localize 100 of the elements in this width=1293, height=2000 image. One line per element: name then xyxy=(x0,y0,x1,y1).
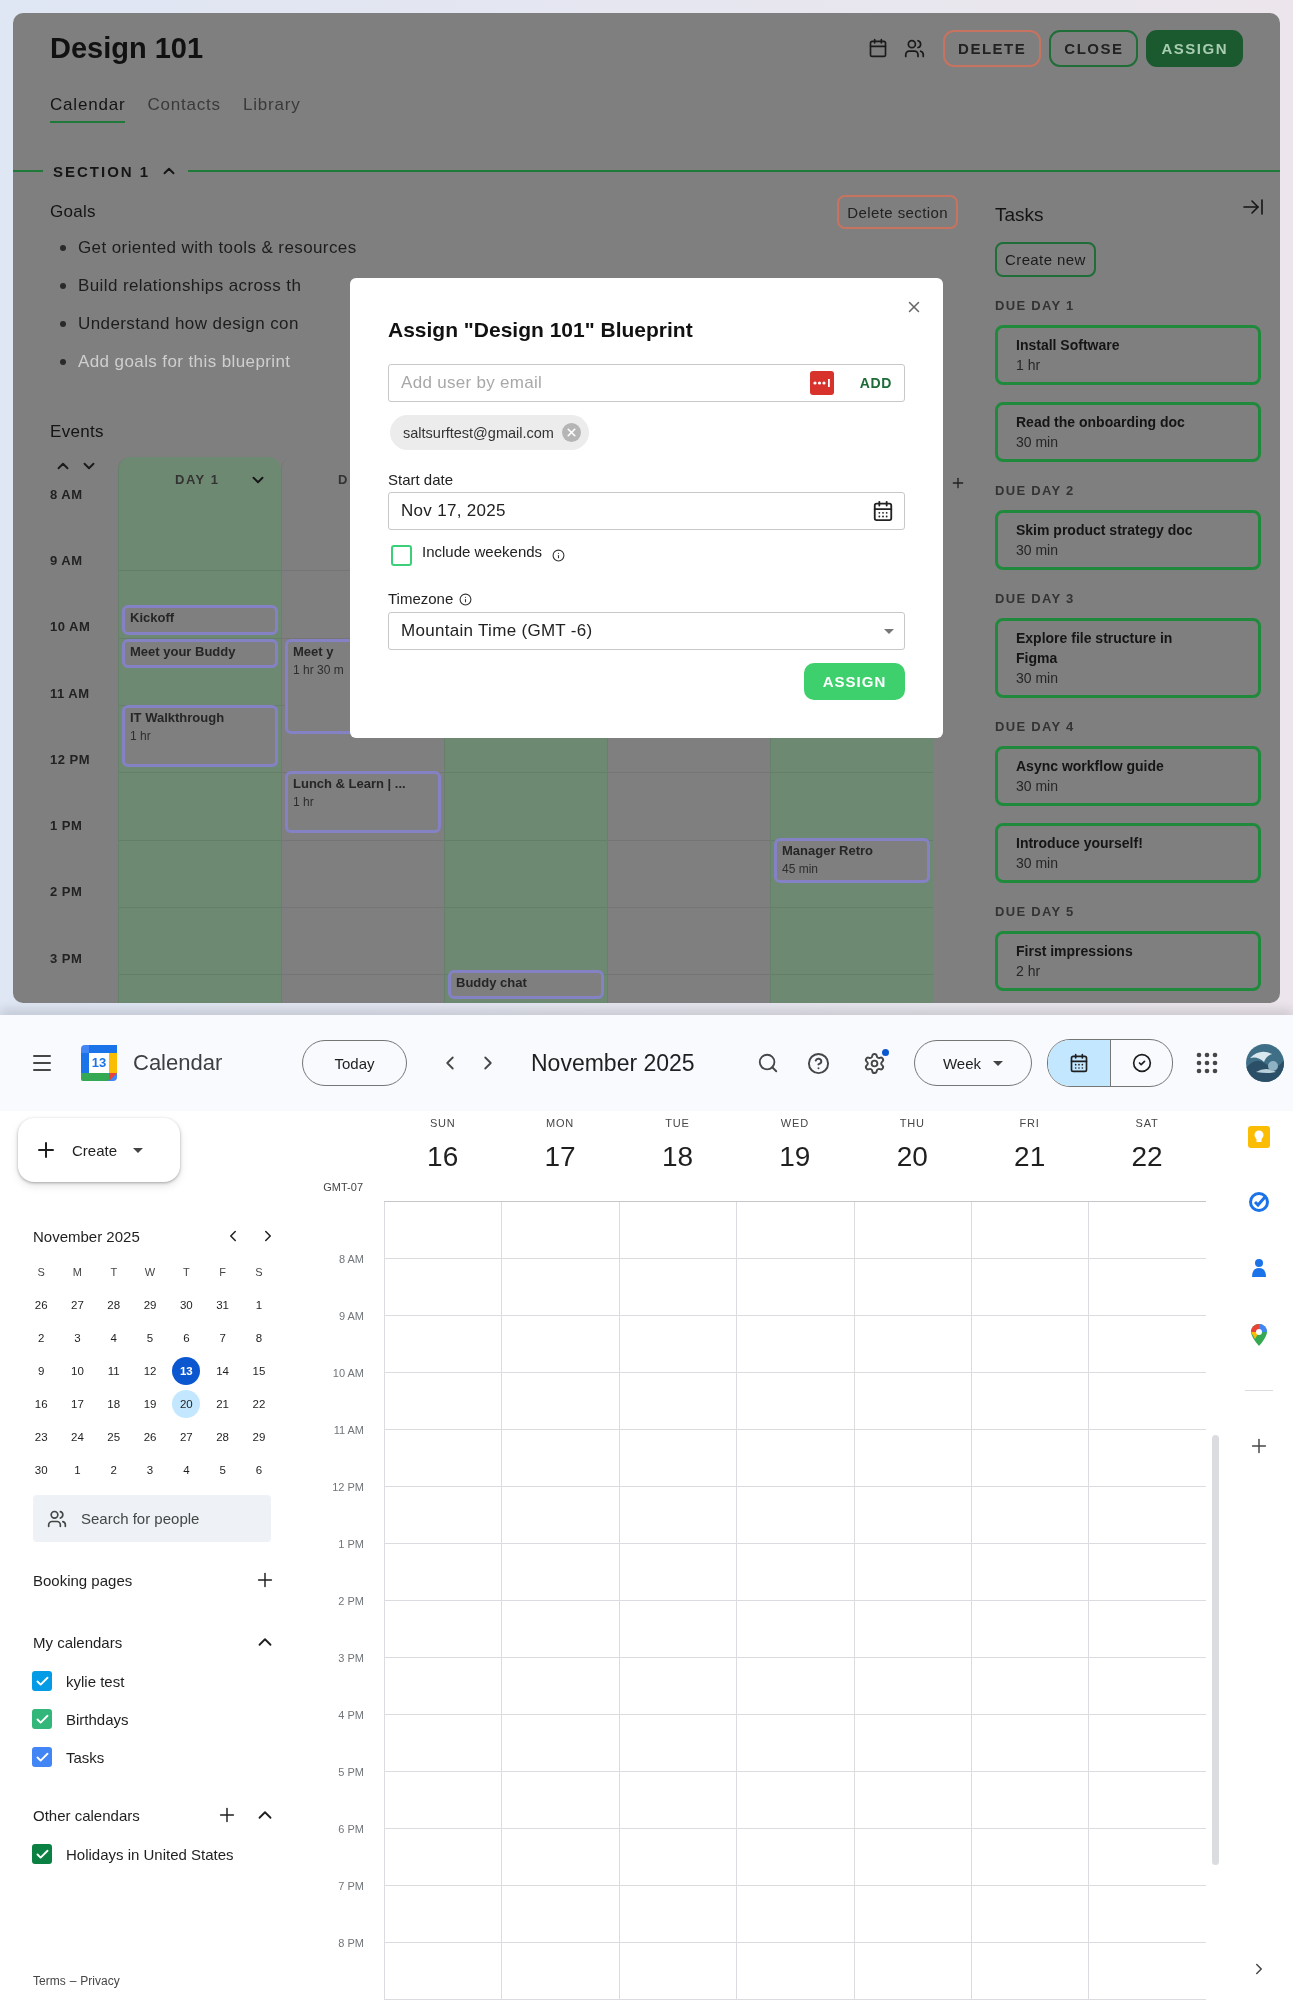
settings-icon[interactable] xyxy=(863,1051,886,1075)
weekday-label: MON xyxy=(546,1116,575,1130)
tab[interactable]: Calendar xyxy=(50,95,126,123)
date-cell[interactable]: 12 xyxy=(136,1356,165,1385)
checkbox[interactable] xyxy=(391,544,412,566)
create-new-button[interactable]: Create new xyxy=(995,242,1096,277)
date-cell[interactable]: 16 xyxy=(27,1389,56,1418)
date-cell[interactable]: 28 xyxy=(208,1422,237,1451)
date-cell[interactable]: 26 xyxy=(136,1422,165,1451)
date-cell[interactable]: 28 xyxy=(99,1290,128,1319)
map-pin-icon[interactable] xyxy=(1249,1323,1269,1347)
checkbox[interactable] xyxy=(32,1747,52,1767)
event-card[interactable]: Manager Retro 45 min xyxy=(774,837,930,884)
date-cell[interactable]: 27 xyxy=(63,1290,92,1319)
date-cell[interactable]: 4 xyxy=(99,1323,128,1352)
event-card[interactable]: Buddy chat xyxy=(448,970,604,1000)
terms-link[interactable]: Terms xyxy=(33,1974,66,1988)
date-cell[interactable]: 5 xyxy=(208,1455,237,1484)
email-field[interactable]: Add user by email ADD xyxy=(388,364,905,402)
goal-input[interactable]: Add goals for this blueprint xyxy=(78,352,340,372)
apps-icon[interactable] xyxy=(1195,1051,1219,1075)
weekday-label: SUN xyxy=(429,1116,456,1130)
task-card[interactable]: Introduce yourself! 30 min xyxy=(995,823,1261,883)
event-card[interactable]: Meet your Buddy xyxy=(122,638,278,668)
date-cell[interactable]: 9 xyxy=(27,1356,56,1385)
checkbox[interactable] xyxy=(32,1844,52,1864)
checkbox[interactable] xyxy=(32,1709,52,1729)
event-card[interactable]: Kickoff xyxy=(122,605,278,635)
task-card[interactable]: Explore file structure in Figma 30 min xyxy=(995,618,1261,698)
timezone-select[interactable]: Mountain Time (GMT -6) xyxy=(388,612,905,650)
date-number[interactable]: 16 xyxy=(427,1141,459,1173)
date-number[interactable]: 19 xyxy=(779,1141,811,1173)
check-circle-icon[interactable] xyxy=(1248,1191,1270,1213)
date-cell[interactable]: 3 xyxy=(63,1323,92,1352)
date-cell[interactable]: 30 xyxy=(27,1455,56,1484)
delete-section-button[interactable]: Delete section xyxy=(837,195,958,229)
help-icon[interactable] xyxy=(807,1051,830,1075)
date-cell[interactable]: 27 xyxy=(172,1422,201,1451)
privacy-link[interactable]: Privacy xyxy=(80,1974,120,1988)
date-cell[interactable]: 18 xyxy=(99,1389,128,1418)
date-input[interactable]: Nov 17, 2025 xyxy=(401,501,860,521)
date-cell[interactable]: 31 xyxy=(208,1290,237,1319)
date-cell[interactable]: 6 xyxy=(244,1455,273,1484)
date-number[interactable]: 17 xyxy=(544,1141,576,1173)
date-cell[interactable]: 7 xyxy=(208,1323,237,1352)
date-cell[interactable]: 24 xyxy=(63,1422,92,1451)
scrollbar[interactable] xyxy=(1211,1435,1219,1865)
email-input[interactable]: Add user by email xyxy=(401,373,798,393)
date-cell[interactable]: 8 xyxy=(244,1323,273,1352)
calendar-icon[interactable] xyxy=(872,500,894,522)
search-people-input[interactable]: Search for people xyxy=(81,1510,271,1527)
date-cell[interactable]: 22 xyxy=(244,1389,273,1418)
date-cell[interactable]: 1 xyxy=(63,1455,92,1484)
create-button[interactable]: Create xyxy=(18,1118,180,1182)
add-button[interactable]: ADD xyxy=(857,375,894,391)
calendar-view-toggle[interactable] xyxy=(1048,1040,1110,1086)
date-number[interactable]: 21 xyxy=(1014,1141,1046,1173)
task-title: Install Software xyxy=(1016,336,1120,355)
date-cell[interactable]: 21 xyxy=(208,1389,237,1418)
date-cell[interactable]: 6 xyxy=(172,1323,201,1352)
date-cell[interactable]: 3 xyxy=(136,1455,165,1484)
date-cell[interactable]: 26 xyxy=(27,1290,56,1319)
date-cell[interactable]: 29 xyxy=(244,1422,273,1451)
date-cell[interactable]: 5 xyxy=(136,1323,165,1352)
assign-button[interactable]: ASSIGN xyxy=(1146,29,1243,67)
task-card[interactable]: Async workflow guide 30 min xyxy=(995,746,1261,806)
date-cell[interactable]: 2 xyxy=(99,1455,128,1484)
password-manager-button[interactable] xyxy=(809,371,834,395)
date-number[interactable]: 22 xyxy=(1131,1141,1163,1173)
date-cell[interactable]: 11 xyxy=(99,1356,128,1385)
date-cell[interactable]: 10 xyxy=(63,1356,92,1385)
date-cell[interactable]: 1 xyxy=(244,1290,273,1319)
date-cell[interactable]: 29 xyxy=(136,1290,165,1319)
date-cell[interactable]: 14 xyxy=(208,1356,237,1385)
task-card[interactable]: Skim product strategy doc 30 min xyxy=(995,510,1261,570)
delete-button[interactable]: DELETE xyxy=(943,29,1042,67)
plus-icon[interactable] xyxy=(950,475,966,491)
event-card[interactable]: IT Walkthrough 1 hr xyxy=(122,704,278,768)
date-cell[interactable]: 19 xyxy=(136,1389,165,1418)
task-card[interactable]: First impressions 2 hr xyxy=(995,931,1261,991)
close-button[interactable]: CLOSE xyxy=(1049,29,1139,67)
search-icon[interactable] xyxy=(757,1052,779,1074)
search-people-field[interactable]: Search for people xyxy=(33,1495,271,1542)
event-card[interactable]: Lunch & Learn | ... 1 hr xyxy=(285,771,441,834)
date-cell[interactable]: 2 xyxy=(27,1323,56,1352)
date-cell[interactable]: 13 xyxy=(172,1356,201,1385)
task-card[interactable]: Read the onboarding doc 30 min xyxy=(995,402,1261,462)
date-cell[interactable]: 23 xyxy=(27,1422,56,1451)
people-icon[interactable] xyxy=(904,37,926,59)
date-number[interactable]: 18 xyxy=(661,1141,694,1173)
date-cell[interactable]: 4 xyxy=(172,1455,201,1484)
date-cell[interactable]: 25 xyxy=(99,1422,128,1451)
date-cell[interactable]: 30 xyxy=(172,1290,201,1319)
date-cell[interactable]: 20 xyxy=(172,1389,201,1418)
date-cell[interactable]: 17 xyxy=(63,1389,92,1418)
date-cell[interactable]: 15 xyxy=(244,1356,273,1385)
date-number[interactable]: 20 xyxy=(896,1141,928,1173)
date-field[interactable]: Nov 17, 2025 xyxy=(388,492,905,530)
checkbox[interactable] xyxy=(32,1671,52,1691)
task-card[interactable]: Install Software 1 hr xyxy=(995,325,1261,385)
